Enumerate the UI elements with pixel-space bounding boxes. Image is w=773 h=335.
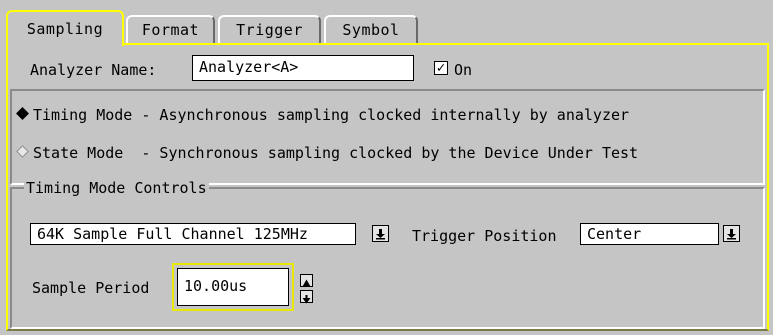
sample-period-spin-down[interactable]: [300, 290, 313, 304]
tab-trigger[interactable]: Trigger: [218, 15, 321, 43]
trigger-position-dropdown-button[interactable]: [723, 225, 740, 242]
analyzer-setup-window: Format Trigger Symbol Sampling Analyzer …: [0, 0, 773, 335]
sampling-panel: Analyzer Name: Analyzer<A> ✓ On Timing M…: [6, 43, 769, 331]
spin-down-icon: [302, 295, 311, 304]
tab-sampling[interactable]: Sampling: [6, 10, 124, 46]
tab-symbol-label: Symbol: [342, 21, 400, 39]
dropdown-arrow-icon: [376, 229, 385, 240]
mode-group: [10, 89, 765, 185]
sample-period-label: Sample Period: [32, 279, 150, 297]
on-label: On: [454, 61, 473, 79]
spin-up-icon: [302, 279, 311, 287]
trigger-position-value: Center: [587, 225, 642, 243]
on-checkbox[interactable]: ✓: [434, 61, 448, 75]
sample-mode-value: 64K Sample Full Channel 125MHz: [37, 225, 308, 243]
timing-mode-label: Timing Mode - Asynchronous sampling cloc…: [33, 106, 630, 124]
dropdown-arrow-icon: [727, 229, 736, 240]
trigger-position-dropdown[interactable]: Center: [580, 223, 719, 245]
checkmark-icon: ✓: [436, 60, 446, 76]
state-mode-radio[interactable]: State Mode - Synchronous sampling clocke…: [16, 144, 639, 162]
radio-unselected-icon: [16, 145, 29, 158]
sample-period-field[interactable]: 10.00us: [177, 268, 289, 306]
timing-controls-group: [10, 187, 765, 329]
radio-selected-icon: [16, 107, 29, 120]
state-mode-label: State Mode - Synchronous sampling clocke…: [33, 144, 639, 162]
sample-mode-dropdown-button[interactable]: [372, 225, 389, 242]
tab-format-label: Format: [141, 21, 200, 39]
tab-format[interactable]: Format: [126, 15, 215, 43]
tab-symbol[interactable]: Symbol: [324, 15, 418, 43]
sample-mode-dropdown[interactable]: 64K Sample Full Channel 125MHz: [30, 223, 356, 245]
trigger-position-label: Trigger Position: [412, 227, 557, 245]
timing-controls-legend: Timing Mode Controls: [24, 179, 209, 197]
tab-trigger-label: Trigger: [236, 21, 303, 39]
analyzer-name-label: Analyzer Name:: [30, 61, 157, 79]
sample-period-spin-up[interactable]: [300, 274, 313, 287]
timing-mode-radio[interactable]: Timing Mode - Asynchronous sampling cloc…: [16, 106, 630, 124]
analyzer-name-field[interactable]: Analyzer<A>: [192, 55, 414, 81]
tab-sampling-label: Sampling: [26, 20, 104, 38]
